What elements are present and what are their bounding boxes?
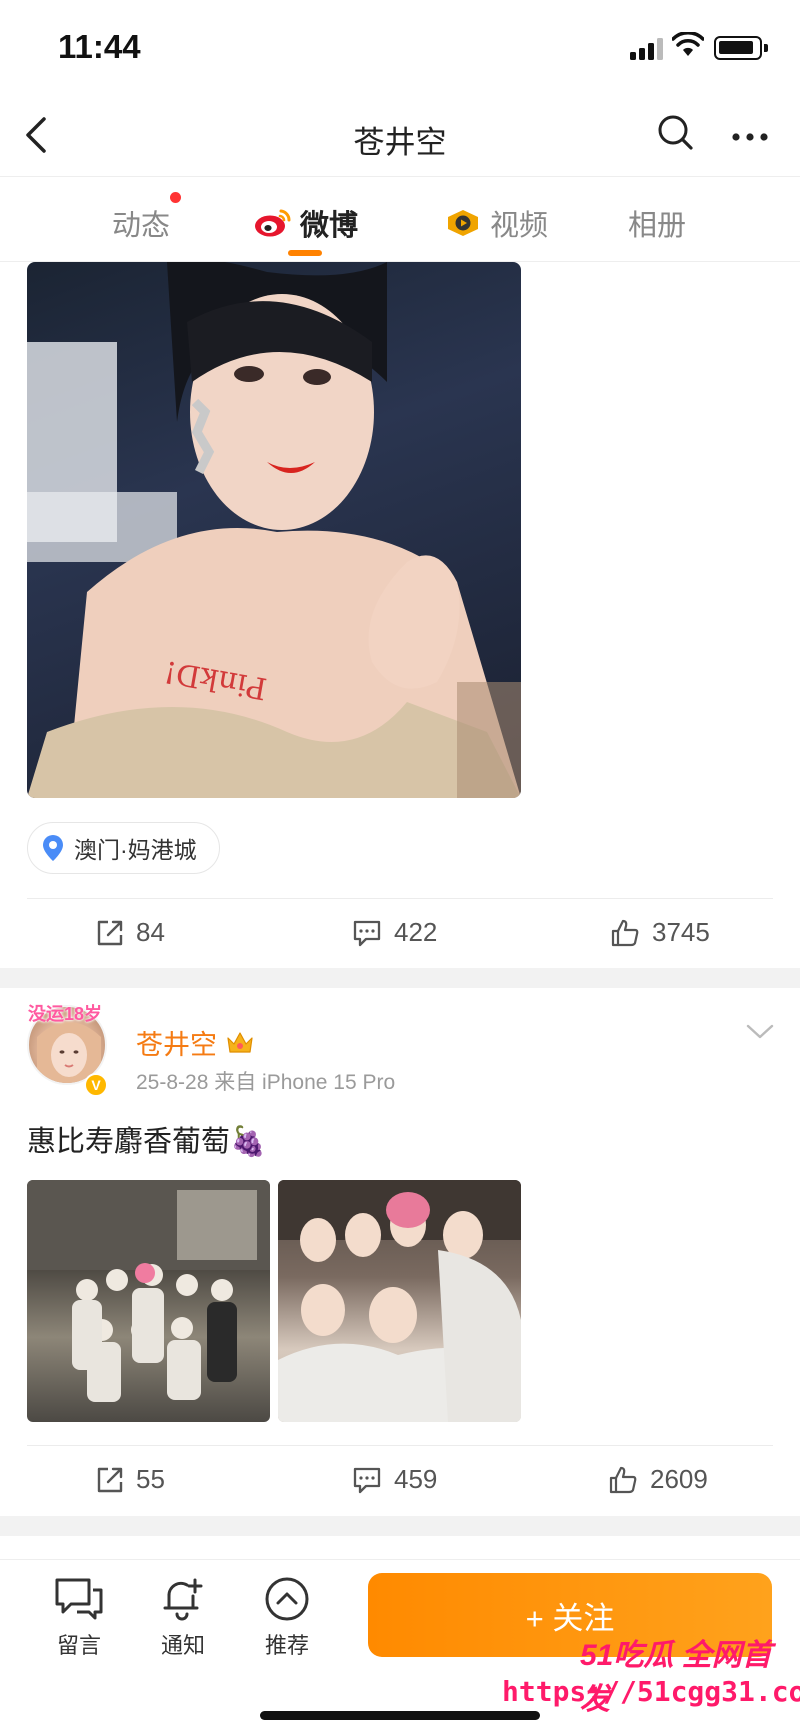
tab-label: 微博 (300, 210, 359, 242)
comment-icon (353, 1467, 381, 1493)
username-text: 苍井空 (136, 1030, 217, 1060)
like-button[interactable]: 3745 (610, 917, 710, 948)
tab-label: 动态 (112, 210, 171, 242)
chevron-up-circle-icon (265, 1577, 309, 1621)
portrait-photo-illustration: PinkD! (27, 262, 521, 798)
repost-icon (97, 1467, 123, 1492)
comment-button[interactable]: 422 (352, 917, 437, 948)
selfie-photo-illustration (278, 1180, 521, 1422)
post-image-1[interactable] (27, 1180, 270, 1422)
post-username[interactable]: 苍井空 (136, 1023, 255, 1062)
nav-bar: 苍井空 (0, 95, 800, 177)
watermark-line2: https://51cgg31.com (502, 1675, 800, 1708)
message-icon (55, 1578, 103, 1620)
more-icon[interactable] (732, 133, 768, 141)
battery-icon (714, 36, 768, 60)
location-text: 澳门·妈港城 (74, 837, 197, 863)
chevron-down-icon[interactable] (746, 1024, 774, 1040)
thumbs-up-icon (611, 919, 639, 946)
like-count: 3745 (652, 917, 710, 947)
home-indicator (260, 1711, 540, 1720)
active-tab-indicator (288, 250, 322, 256)
location-chip[interactable]: 澳门·妈港城 (27, 822, 220, 874)
post-meta: 25-8-28 来自 iPhone 15 Pro (136, 1071, 396, 1094)
post1-actions: 84 422 3745 (0, 899, 800, 969)
repost-button[interactable]: 84 (96, 917, 165, 948)
tab-album[interactable]: 相册 (628, 202, 686, 244)
recommend-label: 推荐 (264, 1633, 309, 1658)
weibo-logo-icon (255, 209, 291, 237)
location-pin-icon (43, 835, 63, 861)
tab-label: 相册 (628, 210, 687, 242)
post-photo[interactable]: PinkD! (27, 262, 521, 798)
post-image-2[interactable] (278, 1180, 521, 1422)
message-label: 留言 (56, 1633, 101, 1658)
tab-dynamics[interactable]: 动态 (112, 202, 170, 244)
like-count: 2609 (650, 1464, 708, 1494)
comment-icon (353, 920, 381, 946)
notify-label: 通知 (160, 1633, 205, 1658)
thumbs-up-icon (609, 1466, 637, 1493)
notification-dot (170, 192, 181, 203)
post2-actions: 55 459 2609 (0, 1446, 800, 1516)
tab-video[interactable]: 视频 (444, 202, 548, 244)
tab-weibo[interactable]: 微博 (254, 202, 358, 244)
post-text: 惠比寿麝香葡萄🍇 (27, 1126, 267, 1158)
signal-icon (630, 38, 663, 60)
comment-count: 422 (394, 917, 438, 947)
comment-count: 459 (394, 1464, 438, 1494)
status-time: 11:44 (58, 28, 141, 65)
group-photo-illustration (27, 1180, 270, 1402)
crown-icon (227, 1031, 253, 1053)
comment-button[interactable]: 459 (352, 1464, 437, 1495)
notify-button[interactable]: 通知 (138, 1576, 228, 1660)
recommend-button[interactable]: 推荐 (242, 1576, 332, 1660)
section-separator (0, 1516, 800, 1536)
repost-count: 84 (136, 917, 165, 947)
bell-plus-icon (163, 1578, 203, 1621)
repost-icon (97, 920, 123, 945)
wifi-icon (672, 32, 704, 56)
profile-tabs: 动态 微博 视频 相册 (0, 178, 800, 262)
repost-count: 55 (136, 1464, 165, 1494)
avatar-sticker: 没运18岁 (28, 1004, 103, 1024)
repost-button[interactable]: 55 (96, 1464, 165, 1495)
message-button[interactable]: 留言 (34, 1576, 124, 1660)
verified-badge: V (84, 1073, 108, 1097)
tab-label: 视频 (490, 210, 549, 242)
like-button[interactable]: 2609 (608, 1464, 708, 1495)
video-channel-icon (448, 210, 478, 236)
status-bar: 11:44 (0, 0, 800, 95)
section-separator (0, 968, 800, 988)
search-icon[interactable] (656, 113, 696, 153)
